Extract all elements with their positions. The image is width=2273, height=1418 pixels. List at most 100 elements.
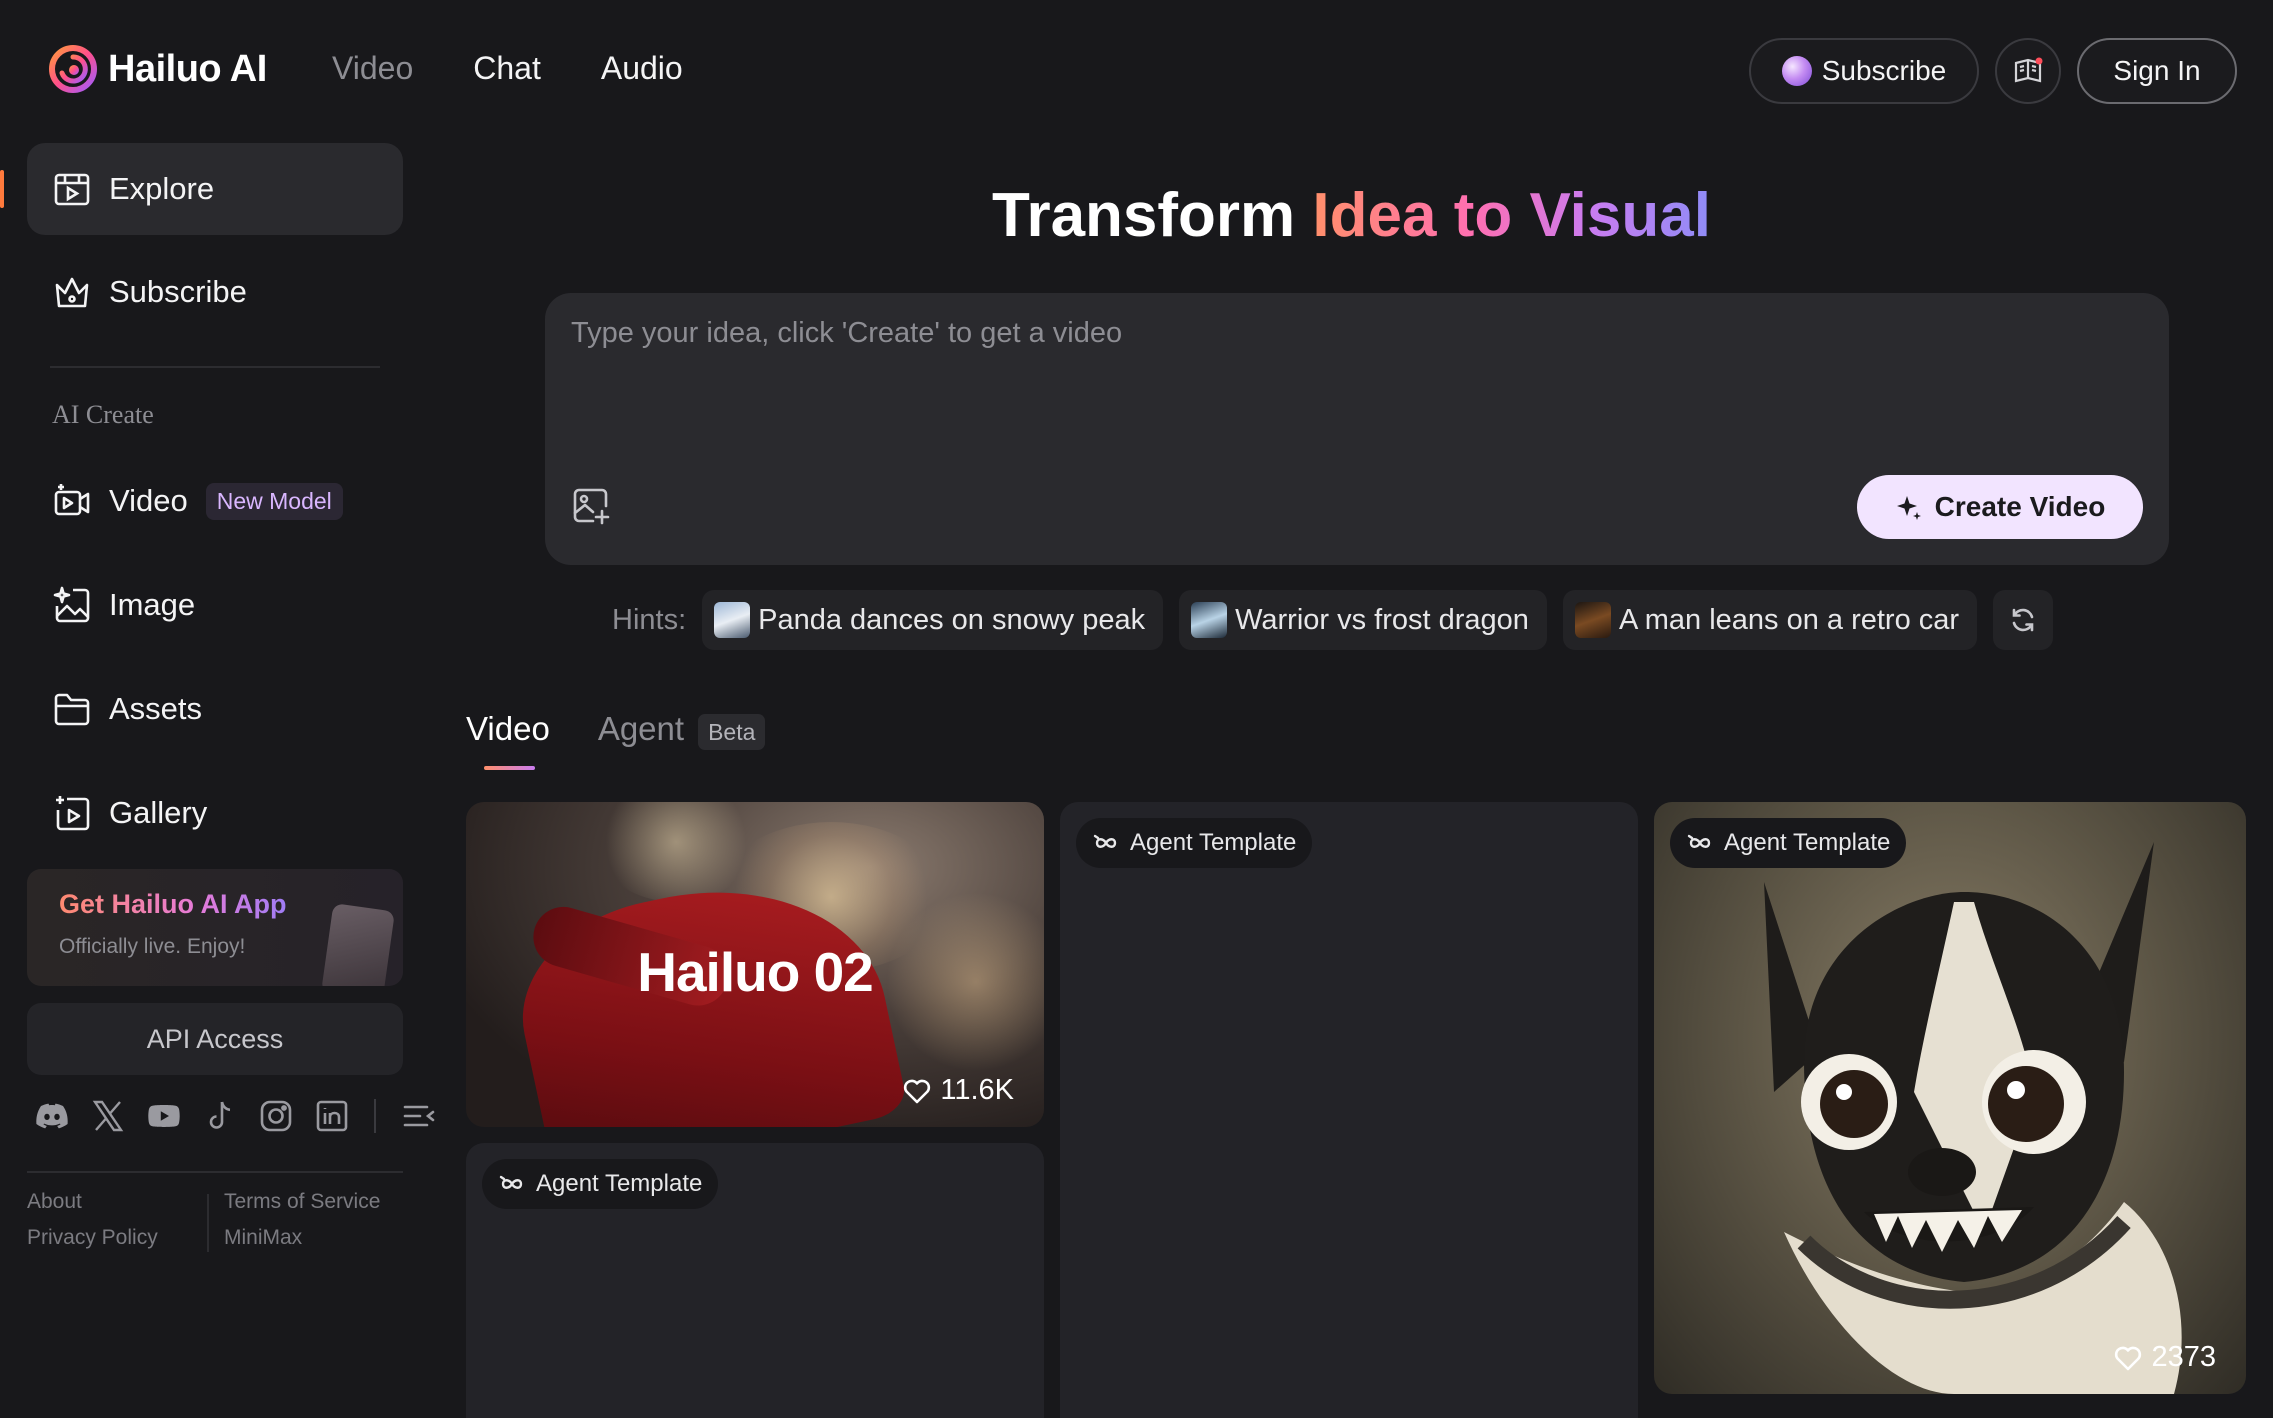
logo-text: Hailuo AI (108, 47, 267, 90)
footer-divider (27, 1171, 403, 1173)
company-link[interactable]: MiniMax (224, 1226, 302, 1250)
x-icon[interactable] (90, 1098, 126, 1134)
prompt-box: Create Video (545, 293, 2169, 565)
calendar-play-icon (54, 173, 90, 206)
api-access-button[interactable]: API Access (27, 1003, 403, 1075)
tab-agent[interactable]: Agent Beta (597, 710, 766, 750)
video-card[interactable]: Hailuo 02 11.6K (466, 802, 1044, 1127)
agent-template-tag: Agent Template (1670, 818, 1907, 868)
dog-illustration (1764, 842, 2182, 1394)
subscribe-button[interactable]: Subscribe (1749, 38, 1979, 104)
sidebar-divider (50, 366, 380, 368)
section-label: AI Create (52, 400, 154, 429)
sidebar-item-label: Video (109, 483, 188, 518)
nav-chat[interactable]: Chat (473, 50, 541, 87)
crown-icon (55, 277, 89, 308)
hero-title: Transform Idea to Visual (430, 180, 2273, 251)
content-tabs: Video Agent Beta (466, 710, 766, 770)
top-bar: Hailuo AI Video Chat Audio Subscribe Sig… (0, 0, 2273, 142)
sparkle-icon (1896, 496, 1921, 520)
book-icon (2014, 57, 2043, 83)
hero-title-plain: Transform (992, 181, 1313, 250)
create-video-button[interactable]: Create Video (1857, 475, 2143, 539)
new-model-badge: New Model (205, 482, 343, 520)
heart-icon (2115, 1346, 2142, 1370)
image-sparkle-icon (53, 586, 90, 623)
add-image-icon[interactable] (571, 486, 611, 526)
like-count[interactable]: 2373 (2113, 1341, 2216, 1374)
sidebar-item-explore[interactable]: Explore (27, 143, 403, 235)
sidebar-item-label: Assets (109, 691, 203, 726)
create-video-label: Create Video (1934, 491, 2106, 522)
infinity-icon (499, 1175, 523, 1189)
sidebar-item-subscribe[interactable]: Subscribe (27, 246, 403, 338)
agent-template-tag: Agent Template (1076, 818, 1313, 868)
gallery-play-icon (56, 796, 90, 831)
tab-video[interactable]: Video (466, 710, 550, 770)
guide-button[interactable] (1995, 38, 2061, 104)
about-link[interactable]: About (27, 1190, 82, 1214)
phone-illustration (321, 903, 395, 986)
agent-template-card[interactable]: Agent Template (466, 1143, 1044, 1418)
prompt-input[interactable] (571, 317, 2131, 407)
sidebar-item-assets[interactable]: Assets (27, 663, 403, 755)
sidebar-item-video[interactable]: Video New Model (27, 455, 403, 547)
video-add-icon (54, 484, 90, 516)
sidebar-item-label: Gallery (109, 795, 208, 830)
infinity-icon (1093, 834, 1117, 848)
orb-icon (1781, 56, 1812, 86)
youtube-icon[interactable] (146, 1098, 182, 1134)
hint-chip[interactable]: Panda dances on snowy peak (702, 590, 1164, 650)
hint-chip[interactable]: Warrior vs frost dragon (1179, 590, 1547, 650)
sidebar-item-gallery[interactable]: Gallery (27, 767, 403, 859)
subscribe-label: Subscribe (1821, 55, 1947, 86)
social-separator (374, 1099, 376, 1133)
discord-icon[interactable] (34, 1098, 70, 1134)
terms-link[interactable]: Terms of Service (224, 1190, 380, 1214)
hint-chip[interactable]: A man leans on a retro car (1562, 590, 1978, 650)
hints-row: Hints: Panda dances on snowy peak Warrio… (612, 590, 2054, 650)
footer-separator (207, 1194, 209, 1252)
app-promo-card[interactable]: Get Hailuo AI App Officially live. Enjoy… (27, 869, 403, 986)
beta-badge: Beta (698, 714, 766, 750)
logo[interactable]: Hailuo AI (48, 44, 267, 94)
nav-video[interactable]: Video (332, 50, 413, 87)
hint-text: Warrior vs frost dragon (1235, 603, 1529, 636)
refresh-icon (2012, 608, 2034, 632)
infinity-icon (1687, 834, 1711, 848)
tab-agent-label: Agent (597, 710, 685, 747)
folder-icon (54, 693, 90, 726)
social-links (34, 1098, 436, 1134)
app-promo-title: Get Hailuo AI App (59, 889, 287, 919)
hero-title-gradient: Idea to Visual (1312, 181, 1711, 250)
heart-icon (904, 1079, 931, 1103)
active-indicator (0, 170, 4, 208)
hailuo-logo-icon (49, 45, 97, 93)
card-brand-title: Hailuo 02 (637, 941, 874, 1003)
hint-text: Panda dances on snowy peak (758, 603, 1146, 636)
app-promo-subtitle: Officially live. Enjoy! (59, 935, 246, 958)
hint-text: A man leans on a retro car (1618, 603, 1960, 636)
agent-template-label: Agent Template (1724, 829, 1891, 856)
sidebar-item-label: Explore (109, 171, 215, 206)
tiktok-icon[interactable] (202, 1098, 238, 1134)
nav-audio[interactable]: Audio (601, 50, 683, 87)
refresh-hints-button[interactable] (1993, 590, 2054, 650)
agent-template-tag: Agent Template (482, 1159, 719, 1209)
top-nav: Video Chat Audio (332, 50, 683, 87)
sidebar-item-image[interactable]: Image (27, 559, 403, 651)
agent-template-label: Agent Template (536, 1170, 703, 1197)
like-count[interactable]: 11.6K (902, 1074, 1014, 1107)
hint-thumbnail (1574, 602, 1611, 638)
hints-label: Hints: (612, 603, 687, 636)
linkedin-icon[interactable] (314, 1098, 350, 1134)
like-count-value: 11.6K (940, 1074, 1014, 1106)
privacy-link[interactable]: Privacy Policy (27, 1226, 158, 1250)
instagram-icon[interactable] (258, 1098, 294, 1134)
agent-template-card[interactable]: Agent Template 2373 (1654, 802, 2246, 1394)
collapse-icon[interactable] (400, 1098, 436, 1134)
sidebar-item-label: Subscribe (109, 274, 247, 309)
agent-template-card[interactable]: Agent Template (1060, 802, 1638, 1418)
hint-thumbnail (714, 602, 751, 638)
sign-in-button[interactable]: Sign In (2077, 38, 2237, 104)
